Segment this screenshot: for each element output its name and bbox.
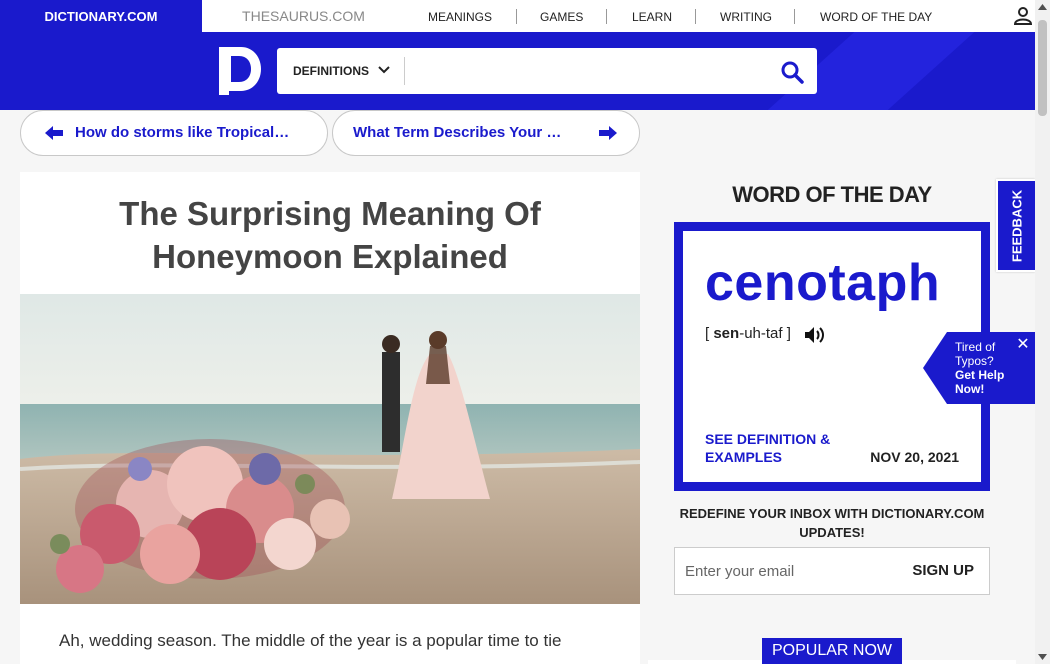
nav-games[interactable]: GAMES [540, 0, 583, 32]
search-icon[interactable] [780, 60, 804, 84]
nav-meanings[interactable]: MEANINGS [428, 0, 492, 32]
thesaurus-tab[interactable]: THESAURUS.COM [202, 0, 405, 32]
pron-stress: sen [713, 325, 740, 342]
nav-divider [794, 9, 795, 24]
wotd-word[interactable]: cenotaph [705, 253, 940, 313]
search-bar: DEFINITIONS [277, 48, 817, 94]
wotd-date: NOV 20, 2021 [870, 449, 959, 465]
typo-line2: Get Help Now! [955, 368, 1005, 396]
top-bar: DICTIONARY.COM THESAURUS.COM MEANINGS GA… [0, 0, 1035, 32]
typo-help-widget[interactable]: Tired of Typos? Get Help Now! ✕ [923, 332, 1035, 404]
newsletter-form: SIGN UP [674, 547, 990, 595]
pron-rest: -uh-taf ] [739, 325, 791, 342]
feedback-button[interactable]: FEEDBACK [996, 179, 1035, 272]
article-card: The Surprising Meaning Of Honeymoon Expl… [20, 172, 640, 664]
next-article-title: What Term Describes Your … [353, 124, 562, 141]
nav-divider [695, 9, 696, 24]
feedback-label: FEEDBACK [1009, 189, 1024, 262]
scroll-up-icon[interactable] [1038, 3, 1047, 11]
article-title: The Surprising Meaning Of Honeymoon Expl… [119, 195, 541, 275]
site-header: DEFINITIONS [0, 32, 1035, 110]
typo-line1: Tired of Typos? [955, 340, 996, 368]
nav-word-of-the-day[interactable]: WORD OF THE DAY [820, 0, 932, 32]
scroll-down-icon[interactable] [1038, 653, 1047, 661]
wedding-beach-illustration [20, 294, 640, 604]
search-category-label[interactable]: DEFINITIONS [293, 48, 369, 94]
previous-article-link[interactable]: How do storms like Tropical… [20, 110, 328, 156]
nav-learn[interactable]: LEARN [632, 0, 672, 32]
newsletter-prompt: REDEFINE YOUR INBOX WITH DICTIONARY.COM … [679, 506, 985, 540]
page: DICTIONARY.COM THESAURUS.COM MEANINGS GA… [0, 0, 1050, 664]
scrollbar-thumb[interactable] [1038, 20, 1047, 116]
article-hero-image [20, 294, 640, 604]
search-input[interactable] [411, 56, 761, 86]
arrow-right-icon [599, 126, 617, 140]
article-body: Ah, wedding season. The middle of the ye… [59, 631, 562, 650]
email-field[interactable] [685, 558, 885, 584]
nav-writing[interactable]: WRITING [720, 0, 772, 32]
search-divider [404, 57, 405, 85]
dictionary-tab[interactable]: DICTIONARY.COM [0, 0, 202, 32]
close-icon[interactable]: ✕ [1015, 337, 1031, 353]
user-icon[interactable] [1013, 7, 1033, 25]
chevron-down-icon[interactable] [377, 65, 391, 75]
next-article-link[interactable]: What Term Describes Your … [332, 110, 640, 156]
nav-divider [606, 9, 607, 24]
wotd-pronunciation: [ sen-uh-taf ] [705, 325, 791, 342]
previous-article-title: How do storms like Tropical… [75, 124, 290, 141]
dictionary-logo[interactable] [219, 47, 261, 95]
speaker-icon[interactable] [803, 325, 825, 345]
main-nav: MEANINGS GAMES LEARN WRITING WORD OF THE… [405, 0, 1035, 32]
nav-divider [516, 9, 517, 24]
popular-now-label: POPULAR NOW [762, 638, 902, 664]
signup-button[interactable]: SIGN UP [912, 548, 974, 594]
wotd-heading: WORD OF THE DAY [732, 182, 932, 207]
arrow-left-icon [45, 126, 63, 140]
wotd-definition-link[interactable]: SEE DEFINITION & EXAMPLES [705, 430, 855, 466]
